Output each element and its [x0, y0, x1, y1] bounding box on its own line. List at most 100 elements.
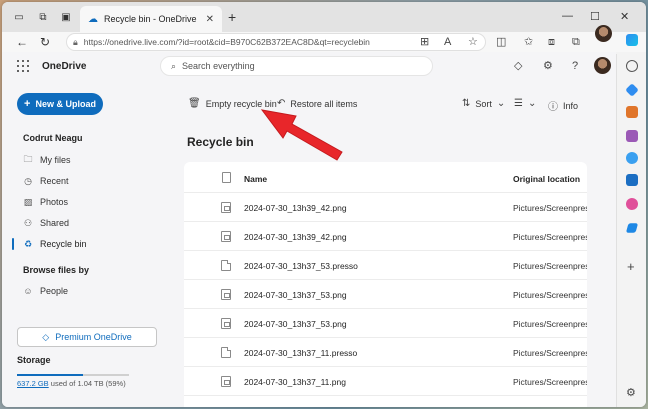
favorite-star-icon[interactable]: ☆ — [468, 35, 478, 49]
recycle-bin-icon: ♻ — [23, 238, 33, 249]
image-file-icon — [221, 289, 231, 300]
help-icon[interactable]: ? — [572, 60, 578, 72]
file-name[interactable]: 2024-07-30_13h39_42.png — [244, 203, 347, 213]
search-sidebar-icon[interactable] — [626, 60, 638, 72]
table-header: Name Original location — [184, 162, 587, 193]
image-file-icon — [221, 202, 231, 213]
add-sidebar-icon[interactable]: + — [627, 259, 635, 274]
sidebar-settings-icon[interactable]: ⚙ — [626, 386, 636, 399]
column-header-name[interactable]: Name — [244, 174, 267, 184]
table-row[interactable]: 2024-07-30_13h39_42.png Pictures/Screenpr… — [184, 193, 587, 222]
table-row[interactable]: 2024-07-30_13h37_11.png Pictures/Screenpr… — [184, 367, 587, 396]
tab-bar: ▭ ⧉ ▣ ☁ Recycle bin - OneDrive ✕ + — ☐ ✕ — [2, 2, 646, 32]
restore-all-button[interactable]: ↶ Restore all items — [277, 98, 357, 109]
sidebar-item-my-files[interactable]: 🗀 My files — [23, 153, 70, 167]
new-upload-button[interactable]: + New & Upload — [17, 93, 103, 115]
split-screen-icon[interactable]: ◫ — [496, 35, 506, 49]
reader-icon[interactable]: A — [444, 35, 451, 49]
view-options-button[interactable]: ☰ ⌄ — [514, 98, 536, 109]
sidebar-item-recycle-bin[interactable]: ♻ Recycle bin — [23, 237, 87, 251]
browser-profile-avatar[interactable] — [595, 25, 612, 42]
sort-button[interactable]: ⇅ Sort ⌄ — [462, 98, 505, 109]
file-name[interactable]: 2024-07-30_13h37_11.presso — [244, 348, 357, 358]
image-file-icon — [221, 231, 231, 242]
search-box[interactable]: ⌕ Search everything — [160, 56, 433, 76]
app-available-icon[interactable]: ⊞ — [420, 35, 429, 49]
sidebar-item-people[interactable]: ☺ People — [23, 284, 68, 298]
premium-onedrive-button[interactable]: ◇ Premium OneDrive — [17, 327, 157, 347]
favorites-icon[interactable]: ✩ — [524, 35, 533, 49]
profile-icon[interactable]: ▭ — [12, 10, 26, 24]
search-icon: ⌕ — [171, 60, 177, 71]
chevron-down-icon: ⌄ — [527, 98, 537, 109]
original-location: Pictures/Screenpress — [513, 348, 587, 358]
account-avatar[interactable] — [594, 57, 611, 74]
refresh-icon[interactable]: ↻ — [40, 35, 50, 49]
image-file-icon — [221, 318, 231, 329]
collections-icon[interactable]: ⧈ — [548, 35, 555, 49]
new-tab-button[interactable]: + — [228, 10, 236, 24]
sidebar-item-label: Shared — [40, 218, 70, 228]
close-tab-icon[interactable]: ✕ — [206, 14, 214, 25]
sort-label: Sort — [475, 98, 492, 109]
user-name: Codrut Neagu — [23, 133, 83, 143]
microsoft365-icon[interactable] — [626, 152, 638, 164]
sort-icon: ⇅ — [462, 98, 471, 109]
minimize-icon[interactable]: — — [562, 10, 573, 22]
browse-heading: Browse files by — [23, 265, 90, 275]
games-icon[interactable] — [626, 130, 638, 142]
file-type-icon — [222, 172, 231, 183]
info-icon: ⓘ — [548, 102, 558, 113]
close-window-icon[interactable]: ✕ — [620, 10, 629, 23]
app-launcher-icon[interactable] — [17, 60, 29, 72]
sidebar-item-recent[interactable]: ◷ Recent — [23, 174, 69, 188]
tab-actions-icon[interactable]: ▣ — [59, 10, 73, 24]
info-button[interactable]: ⓘ Info — [548, 98, 578, 114]
storage-progress-fill — [17, 374, 84, 376]
file-name[interactable]: 2024-07-30_13h39_42.png — [244, 232, 347, 242]
page-title: Recycle bin — [187, 135, 254, 149]
extensions-icon[interactable]: ⧉ — [572, 35, 580, 49]
premium-label: Premium OneDrive — [55, 332, 132, 342]
maximize-icon[interactable]: ☐ — [590, 10, 600, 23]
sidebar-item-label: Recent — [40, 176, 69, 186]
drop-icon[interactable] — [625, 223, 639, 233]
table-row[interactable]: 2024-07-30_13h39_42.png Pictures/Screenpr… — [184, 222, 587, 251]
table-row[interactable]: 2024-07-30_13h37_53.presso Pictures/Scree… — [184, 251, 587, 280]
plus-icon: + — [24, 98, 31, 110]
sidebar-item-shared[interactable]: ⚇ Shared — [23, 216, 69, 230]
file-name[interactable]: 2024-07-30_13h37_53.presso — [244, 261, 358, 271]
back-icon[interactable]: ← — [16, 35, 28, 49]
tools-icon[interactable] — [626, 106, 638, 118]
premium-diamond-icon[interactable]: ◇ — [514, 60, 522, 72]
diamond-icon: ◇ — [42, 331, 50, 342]
folder-icon: 🗀 — [23, 154, 33, 164]
lock-icon[interactable]: 🔒︎ — [73, 37, 78, 48]
file-name[interactable]: 2024-07-30_13h37_53.png — [244, 319, 347, 329]
storage-text: 637.2 GB used of 1.04 TB (59%) — [17, 379, 126, 388]
new-upload-label: New & Upload — [35, 99, 96, 109]
empty-recycle-bin-button[interactable]: 🗑︎ Empty recycle bin — [188, 98, 277, 109]
column-header-location[interactable]: Original location — [513, 174, 580, 184]
table-row[interactable]: 2024-07-30_13h37_11.presso Pictures/Scree… — [184, 338, 587, 367]
shopping-icon[interactable] — [625, 83, 639, 97]
outlook-icon[interactable] — [626, 174, 638, 186]
storage-progress-bar — [17, 374, 129, 376]
file-name[interactable]: 2024-07-30_13h37_53.png — [244, 290, 347, 300]
designer-icon[interactable] — [626, 198, 638, 210]
brand-name[interactable]: OneDrive — [42, 61, 86, 72]
settings-icon[interactable]: ⚙ — [543, 60, 553, 72]
tab-onedrive[interactable]: ☁ Recycle bin - OneDrive ✕ — [80, 6, 222, 32]
table-row[interactable]: 2024-07-30_13h37_53.png Pictures/Screenpr… — [184, 309, 587, 338]
sidebar-item-photos[interactable]: ▨ Photos — [23, 195, 68, 209]
person-icon: ☺ — [23, 286, 33, 296]
workspaces-icon[interactable]: ⧉ — [36, 10, 50, 24]
table-row[interactable]: 2024-07-30_13h37_53.png Pictures/Screenpr… — [184, 280, 587, 309]
copilot-icon[interactable] — [626, 34, 638, 46]
original-location: Pictures/Screenpress — [513, 377, 587, 387]
sidebar-item-label: Recycle bin — [40, 239, 87, 249]
document-file-icon — [221, 260, 231, 271]
storage-used-link[interactable]: 637.2 GB — [17, 379, 49, 388]
clock-icon: ◷ — [24, 175, 32, 186]
file-name[interactable]: 2024-07-30_13h37_11.png — [244, 377, 346, 387]
